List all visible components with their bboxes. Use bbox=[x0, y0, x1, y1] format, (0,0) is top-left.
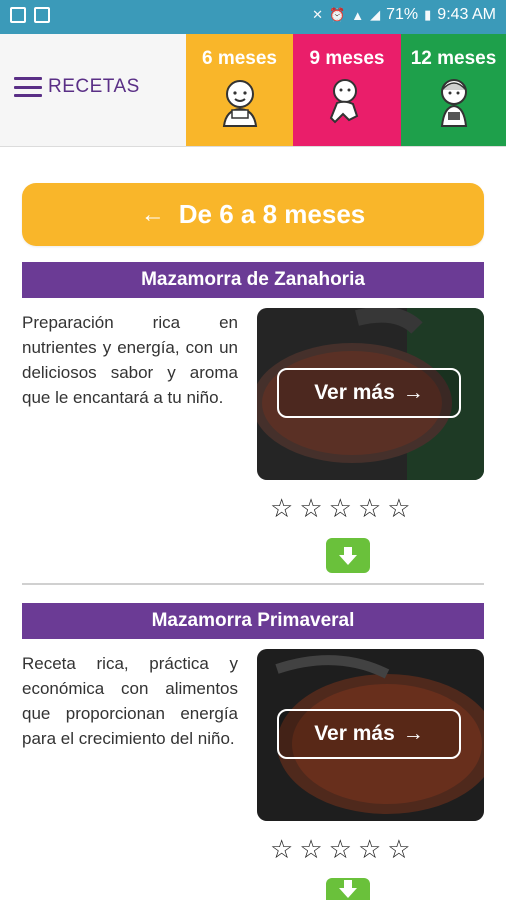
battery-percent: 71% bbox=[386, 6, 419, 23]
rating-stars[interactable]: ☆ ☆ ☆ ☆ ☆ bbox=[270, 836, 411, 862]
star-icon[interactable]: ☆ bbox=[270, 836, 293, 862]
baby-6-icon bbox=[222, 80, 257, 127]
recipe-description: Receta rica, práctica y económica con al… bbox=[22, 654, 238, 748]
see-more-button[interactable]: Ver más → bbox=[277, 709, 461, 759]
divider bbox=[22, 583, 484, 585]
see-more-label: Ver más bbox=[314, 381, 395, 404]
download-arrow-icon bbox=[339, 546, 357, 565]
recipe-title: Mazamorra Primaveral bbox=[22, 603, 484, 639]
download-button[interactable] bbox=[326, 538, 370, 573]
star-icon[interactable]: ☆ bbox=[270, 495, 293, 521]
tab-label: 6 meses bbox=[201, 48, 277, 69]
status-indicators: ✕ ⏰ ▲ ◢ 71% ▮ 9:43 AM bbox=[312, 6, 496, 24]
recipe-card: Mazamorra de Zanahoria Preparación rica … bbox=[22, 262, 484, 480]
tab-label: 9 meses bbox=[309, 48, 385, 69]
menu-button[interactable]: RECETAS bbox=[14, 76, 140, 98]
tab-9-meses[interactable]: 9 meses bbox=[293, 34, 401, 146]
menu-label: RECETAS bbox=[48, 76, 140, 97]
app-header: RECETAS 6 meses 9 meses 12 meses bbox=[0, 34, 506, 147]
star-icon[interactable]: ☆ bbox=[387, 495, 410, 521]
star-icon[interactable]: ☆ bbox=[387, 836, 410, 862]
rating-stars[interactable]: ☆ ☆ ☆ ☆ ☆ bbox=[270, 495, 411, 521]
star-icon[interactable]: ☆ bbox=[299, 836, 322, 862]
arrow-left-icon: ← bbox=[140, 200, 165, 228]
star-icon[interactable]: ☆ bbox=[358, 836, 381, 862]
recipe-title: Mazamorra de Zanahoria bbox=[22, 262, 484, 298]
age-range-label: De 6 a 8 meses bbox=[178, 199, 366, 229]
clock: 9:43 AM bbox=[437, 6, 496, 23]
tab-12-meses[interactable]: 12 meses bbox=[401, 34, 506, 146]
status-bar: ✕ ⏰ ▲ ◢ 71% ▮ 9:43 AM bbox=[0, 0, 506, 34]
battery-icon: ▮ bbox=[424, 7, 432, 22]
star-icon[interactable]: ☆ bbox=[299, 495, 322, 521]
recipe-image[interactable]: Ver más → bbox=[257, 308, 484, 480]
see-more-button[interactable]: Ver más → bbox=[277, 368, 461, 418]
nfc-icon: ✕ bbox=[312, 7, 324, 22]
baby-9-icon bbox=[329, 79, 359, 124]
age-range-button[interactable]: ← De 6 a 8 meses bbox=[22, 183, 484, 246]
star-icon[interactable]: ☆ bbox=[329, 836, 352, 862]
star-icon[interactable]: ☆ bbox=[358, 495, 381, 521]
gallery-icon bbox=[10, 7, 26, 23]
download-button[interactable] bbox=[326, 878, 370, 900]
arrow-right-icon: → bbox=[402, 381, 424, 404]
recipe-card: Mazamorra Primaveral Receta rica, prácti… bbox=[22, 603, 484, 821]
download-arrow-icon bbox=[339, 880, 357, 898]
alarm-icon: ⏰ bbox=[329, 7, 346, 22]
signal-icon: ◢ bbox=[370, 7, 381, 22]
recipe-description: Preparación rica en nutrientes y energía… bbox=[22, 313, 238, 407]
see-more-label: Ver más bbox=[314, 722, 395, 745]
tab-label: 12 meses bbox=[410, 48, 497, 69]
baby-12-icon bbox=[440, 79, 467, 127]
wifi-icon: ▲ bbox=[351, 7, 365, 23]
star-icon[interactable]: ☆ bbox=[329, 495, 352, 521]
notification-icons bbox=[10, 7, 50, 23]
tab-6-meses[interactable]: 6 meses bbox=[186, 34, 293, 146]
settings-notification-icon bbox=[34, 7, 50, 23]
arrow-right-icon: → bbox=[402, 722, 424, 745]
recipe-image[interactable]: Ver más → bbox=[257, 649, 484, 821]
hamburger-icon bbox=[14, 77, 42, 97]
